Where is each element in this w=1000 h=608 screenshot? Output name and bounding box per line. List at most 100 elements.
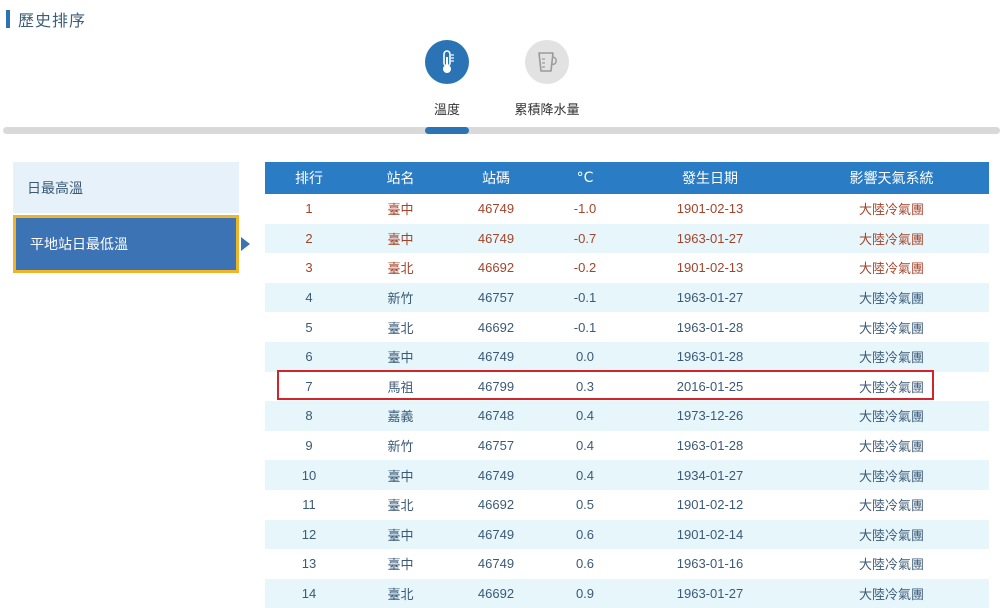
cell-rank: 11 — [265, 489, 353, 520]
cell-station-code: 46757 — [448, 430, 544, 461]
cell-date: 1901-02-13 — [626, 194, 794, 224]
cell-station-code: 46749 — [448, 549, 544, 579]
header-station-name: 站名 — [353, 162, 448, 194]
thermometer-icon — [443, 50, 454, 73]
cell-station-name: 臺中 — [353, 341, 448, 372]
cell-station-code: 46692 — [448, 312, 544, 342]
tab-accumulated-rainfall[interactable]: 累積降水量 — [502, 40, 592, 118]
cell-rank: 6 — [265, 341, 353, 372]
cell-station-code: 46749 — [448, 460, 544, 490]
table-row: 5 臺北 46692 -0.1 1963-01-28 大陸冷氣團 — [265, 312, 989, 342]
sidebar-item-label: 平地站日最低溫 — [30, 237, 128, 253]
cell-temperature: -0.1 — [544, 282, 626, 313]
cell-station-name: 臺北 — [353, 578, 448, 608]
table-row: 11 臺北 46692 0.5 1901-02-12 大陸冷氣團 — [265, 489, 989, 520]
table-row: 3 臺北 46692 -0.2 1901-02-13 大陸冷氣團 — [265, 253, 989, 283]
table-row: 14 臺北 46692 0.9 1963-01-27 大陸冷氣團 — [265, 578, 989, 608]
table-row: 2 臺中 46749 -0.7 1963-01-27 大陸冷氣團 — [265, 223, 989, 254]
cell-date: 1901-02-12 — [626, 489, 794, 520]
cell-station-code: 46692 — [448, 489, 544, 520]
table-row: 7 馬祖 46799 0.3 2016-01-25 大陸冷氣團 — [265, 371, 989, 402]
cell-weather-system: 大陸冷氣團 — [794, 549, 989, 579]
table-row: 13 臺中 46749 0.6 1963-01-16 大陸冷氣團 — [265, 549, 989, 579]
cell-rank: 14 — [265, 578, 353, 608]
cell-temperature: 0.9 — [544, 578, 626, 608]
cell-weather-system: 大陸冷氣團 — [794, 578, 989, 608]
cell-weather-system: 大陸冷氣團 — [794, 341, 989, 372]
cell-rank: 10 — [265, 460, 353, 490]
tab-active-indicator — [425, 127, 469, 134]
cell-rank: 7 — [265, 371, 353, 402]
cell-station-name: 新竹 — [353, 430, 448, 461]
ranking-table: 排行 站名 站碼 °C 發生日期 影響天氣系統 1 臺中 46749 -1.0 1901… — [265, 162, 989, 608]
cell-weather-system: 大陸冷氣團 — [794, 282, 989, 313]
cell-temperature: -1.0 — [544, 194, 626, 224]
cell-weather-system: 大陸冷氣團 — [794, 371, 989, 402]
tab-rainfall-label: 累積降水量 — [514, 103, 580, 118]
sidebar-item-label: 日最高溫 — [27, 180, 83, 197]
cell-weather-system: 大陸冷氣團 — [794, 223, 989, 254]
sidebar-item-lowland-daily-min-temp[interactable]: 平地站日最低溫 — [13, 215, 239, 273]
rain-gauge-icon — [538, 52, 557, 72]
cell-date: 1973-12-26 — [626, 401, 794, 431]
cell-station-code: 46749 — [448, 194, 544, 224]
cell-rank: 1 — [265, 194, 353, 224]
cell-date: 1963-01-27 — [626, 223, 794, 254]
cell-rank: 9 — [265, 430, 353, 461]
cell-rank: 12 — [265, 519, 353, 550]
table-row: 12 臺中 46749 0.6 1901-02-14 大陸冷氣團 — [265, 519, 989, 550]
header-temperature: °C — [544, 162, 626, 194]
cell-rank: 4 — [265, 282, 353, 313]
table-row: 6 臺中 46749 0.0 1963-01-28 大陸冷氣團 — [265, 341, 989, 372]
cell-station-name: 臺北 — [353, 312, 448, 342]
cell-date: 1963-01-27 — [626, 578, 794, 608]
cell-station-name: 臺中 — [353, 549, 448, 579]
cell-weather-system: 大陸冷氣團 — [794, 519, 989, 550]
cell-rank: 8 — [265, 401, 353, 431]
table-header-row: 排行 站名 站碼 °C 發生日期 影響天氣系統 — [265, 162, 989, 194]
cell-date: 1963-01-16 — [626, 549, 794, 579]
cell-date: 2016-01-25 — [626, 371, 794, 402]
header-date: 發生日期 — [626, 162, 794, 194]
cell-weather-system: 大陸冷氣團 — [794, 253, 989, 283]
cell-station-name: 馬祖 — [353, 371, 448, 402]
cell-station-name: 臺北 — [353, 253, 448, 283]
cell-station-code: 46749 — [448, 223, 544, 254]
cell-station-name: 臺中 — [353, 460, 448, 490]
tab-temperature-label: 溫度 — [433, 103, 460, 118]
cell-rank: 13 — [265, 549, 353, 579]
cell-weather-system: 大陸冷氣團 — [794, 460, 989, 490]
table-row: 10 臺中 46749 0.4 1934-01-27 大陸冷氣團 — [265, 460, 989, 490]
cell-rank: 2 — [265, 223, 353, 254]
header-weather-system: 影響天氣系統 — [794, 162, 989, 194]
cell-station-code: 46749 — [448, 519, 544, 550]
cell-rank: 5 — [265, 312, 353, 342]
cell-temperature: 0.4 — [544, 430, 626, 461]
cell-weather-system: 大陸冷氣團 — [794, 430, 989, 461]
temperature-tab-circle[interactable] — [425, 40, 469, 84]
cell-date: 1963-01-28 — [626, 312, 794, 342]
cell-temperature: 0.4 — [544, 401, 626, 431]
header-rank: 排行 — [265, 162, 353, 194]
cell-weather-system: 大陸冷氣團 — [794, 194, 989, 224]
tab-temperature[interactable]: 溫度 — [402, 40, 492, 118]
cell-temperature: -0.7 — [544, 223, 626, 254]
cell-date: 1934-01-27 — [626, 460, 794, 490]
cell-temperature: 0.4 — [544, 460, 626, 490]
active-pointer-icon — [241, 237, 250, 251]
header-station-code: 站碼 — [448, 162, 544, 194]
cell-station-code: 46757 — [448, 282, 544, 313]
tab-divider — [3, 127, 1000, 134]
cell-date: 1963-01-28 — [626, 430, 794, 461]
cell-station-name: 臺中 — [353, 519, 448, 550]
page-title: 歷史排序 — [18, 11, 87, 30]
cell-station-code: 46692 — [448, 578, 544, 608]
cell-station-code: 46749 — [448, 341, 544, 372]
table-row: 1 臺中 46749 -1.0 1901-02-13 大陸冷氣團 — [265, 194, 989, 224]
sidebar-item-daily-max-temp[interactable]: 日最高溫 — [13, 162, 239, 213]
cell-station-code: 46799 — [448, 371, 544, 402]
rainfall-tab-circle[interactable] — [525, 40, 569, 84]
cell-date: 1901-02-13 — [626, 253, 794, 283]
cell-station-code: 46748 — [448, 401, 544, 431]
cell-weather-system: 大陸冷氣團 — [794, 401, 989, 431]
